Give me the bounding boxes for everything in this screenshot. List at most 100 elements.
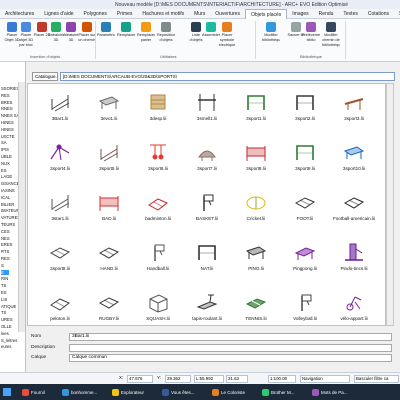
tree-folder-item[interactable]: S_leltres (1, 338, 17, 343)
object-thumbnail[interactable] (147, 291, 169, 313)
tree-folder-item[interactable]: ERES (1, 242, 12, 247)
object-thumbnail[interactable] (196, 191, 218, 213)
tree-folder-item[interactable]: BILIER (1, 202, 14, 207)
object-name[interactable]: FOOT.lii (280, 216, 330, 221)
object-name[interactable]: 3star1.lii (35, 216, 85, 221)
ribbon-tab[interactable]: Primes (112, 9, 138, 19)
catalogue-path-select[interactable]: [D:\MES DOCUMENTS\ARCAUB-EVO\20&3D\SPORT… (60, 72, 395, 81)
start-icon[interactable] (3, 388, 11, 396)
object-thumbnail[interactable] (147, 241, 169, 263)
object-name[interactable]: 3sport3.lii (329, 116, 379, 121)
tree-folder-item[interactable]: ines (1, 331, 9, 336)
object-name[interactable]: 3evo1.lii (84, 116, 134, 121)
object-thumbnail[interactable] (294, 291, 316, 313)
tree-folder-item[interactable]: IMATEUR (1, 208, 20, 213)
object-name[interactable]: Pindo-tincs.lii (329, 266, 379, 271)
ribbon-tab[interactable]: Architectures (0, 9, 39, 19)
layer-field[interactable]: Calque commun (69, 354, 392, 362)
tree-folder-item[interactable]: BRES (1, 100, 12, 105)
object-thumbnail[interactable] (49, 191, 71, 213)
ribbon-tab[interactable]: Polygones (79, 9, 112, 19)
ribbon-button[interactable]: Remplacer (117, 22, 135, 53)
object-name[interactable]: 3sport2.lii (280, 116, 330, 121)
object-thumbnail[interactable] (343, 291, 365, 313)
ribbon-button[interactable]: Repositionner d'objets (157, 22, 175, 53)
tree-folder-item[interactable]: S (1, 263, 4, 268)
ribbon-tab[interactable]: Surfaces (394, 9, 400, 19)
tree-scrollbar[interactable] (18, 82, 25, 332)
object-name[interactable]: SQUASH.lii (133, 316, 183, 321)
tree-folder-item[interactable]: E (1, 269, 9, 275)
tree-folder-item[interactable]: RTS (1, 249, 9, 254)
object-name[interactable]: TENNIS.lii (231, 316, 281, 321)
object-name[interactable]: RUGBY.lii (84, 316, 134, 321)
tree-folder-item[interactable]: TS (1, 310, 6, 315)
tree-folder-item[interactable]: LECTE (1, 134, 15, 139)
object-thumbnail[interactable] (49, 141, 71, 163)
tree-folder-item[interactable]: RES (1, 93, 10, 98)
ribbon-tab[interactable]: Images (287, 9, 313, 19)
tree-folder-item[interactable]: HINES (1, 120, 14, 125)
tree-folder-item[interactable]: NUX (1, 161, 10, 166)
object-name[interactable]: 3sport4.lii (35, 166, 85, 171)
ribbon-button[interactable]: Paramétriques (97, 22, 115, 53)
ribbon-tab[interactable]: Murs (189, 9, 210, 19)
tree-folder-item[interactable]: TS (1, 283, 6, 288)
tree-folder-item[interactable]: LIS (1, 297, 7, 302)
tree-folder-item[interactable]: RIN (1, 276, 8, 281)
ribbon-tab[interactable]: Objets placés (244, 9, 288, 19)
object-name[interactable]: 3smell1.lii (182, 116, 232, 121)
object-thumbnail[interactable] (147, 191, 169, 213)
object-thumbnail[interactable] (196, 291, 218, 313)
tree-folder-item[interactable]: HINES (1, 127, 14, 132)
tree-folder-item[interactable]: IASINS (1, 188, 15, 193)
object-thumbnail[interactable] (49, 91, 71, 113)
ribbon-tab[interactable]: Cotations (363, 9, 394, 19)
object-thumbnail[interactable] (245, 191, 267, 213)
object-thumbnail[interactable] (49, 241, 71, 263)
object-name[interactable]: 3Bar1.lii (35, 116, 85, 121)
object-thumbnail[interactable] (343, 191, 365, 213)
tree-folder-item[interactable]: SSORIES (1, 86, 20, 91)
taskbar-app-button[interactable]: bonhomme... (62, 387, 97, 397)
object-name[interactable]: BAD.lii (84, 216, 134, 221)
object-name[interactable]: Volleyball.lii (280, 316, 330, 321)
object-thumbnail[interactable] (98, 241, 120, 263)
ribbon-tab[interactable]: Lignes d'aide (39, 9, 78, 19)
object-thumbnail[interactable] (196, 91, 218, 113)
object-name[interactable]: NAT.lii (182, 266, 232, 271)
mode-select[interactable]: Navigation (300, 375, 350, 383)
tree-folder-item[interactable]: ISSANCE (1, 181, 19, 186)
taskbar-app-button[interactable]: Vous êtes... (162, 387, 195, 397)
object-name[interactable]: vélo-appart.lii (329, 316, 379, 321)
taskbar-app-button[interactable]: Le Coloriste (212, 387, 245, 397)
object-thumbnail[interactable] (196, 141, 218, 163)
tree-folder-item[interactable]: OLLE (1, 324, 12, 329)
tree-folder-item[interactable]: URES (1, 317, 13, 322)
object-thumbnail[interactable] (294, 191, 316, 213)
ribbon-tab[interactable]: Ouvertures (210, 9, 245, 19)
tree-folder-item[interactable]: NES (1, 236, 10, 241)
object-name[interactable]: Football-americain.lii (329, 216, 379, 221)
object-thumbnail[interactable] (294, 91, 316, 113)
object-thumbnail[interactable] (294, 141, 316, 163)
ribbon-tab[interactable]: Textes (338, 9, 362, 19)
object-name[interactable]: 3sport5.lii (84, 166, 134, 171)
object-name[interactable]: 3sport10.lii (329, 166, 379, 171)
tree-folder-item[interactable]: IPIS (1, 147, 9, 152)
ribbon-button[interactable]: Modifier chemin de bibliothèque (322, 22, 340, 53)
object-name[interactable]: 3sport8.lii (35, 266, 85, 271)
tree-folder-item[interactable]: NNES (1, 106, 13, 111)
object-thumbnail[interactable] (196, 241, 218, 263)
scale-select[interactable]: 1:100.00 (268, 375, 296, 383)
object-thumbnail[interactable] (147, 91, 169, 113)
ribbon-button[interactable]: Placer symbole électrique (218, 22, 236, 53)
object-name[interactable]: 3sport9.lii (280, 166, 330, 171)
taskbar-app-button[interactable]: Brother M... (262, 387, 295, 397)
tree-folder-item[interactable]: CES (1, 229, 10, 234)
tree-folder-item[interactable]: UBLE (1, 154, 12, 159)
object-name[interactable]: 3sport8.lii (231, 166, 281, 171)
ribbon-button[interactable]: Placer sur un chemin (78, 22, 96, 53)
object-name[interactable]: Cricket.lii (231, 216, 281, 221)
ribbon-tab[interactable]: Rendu (314, 9, 339, 19)
